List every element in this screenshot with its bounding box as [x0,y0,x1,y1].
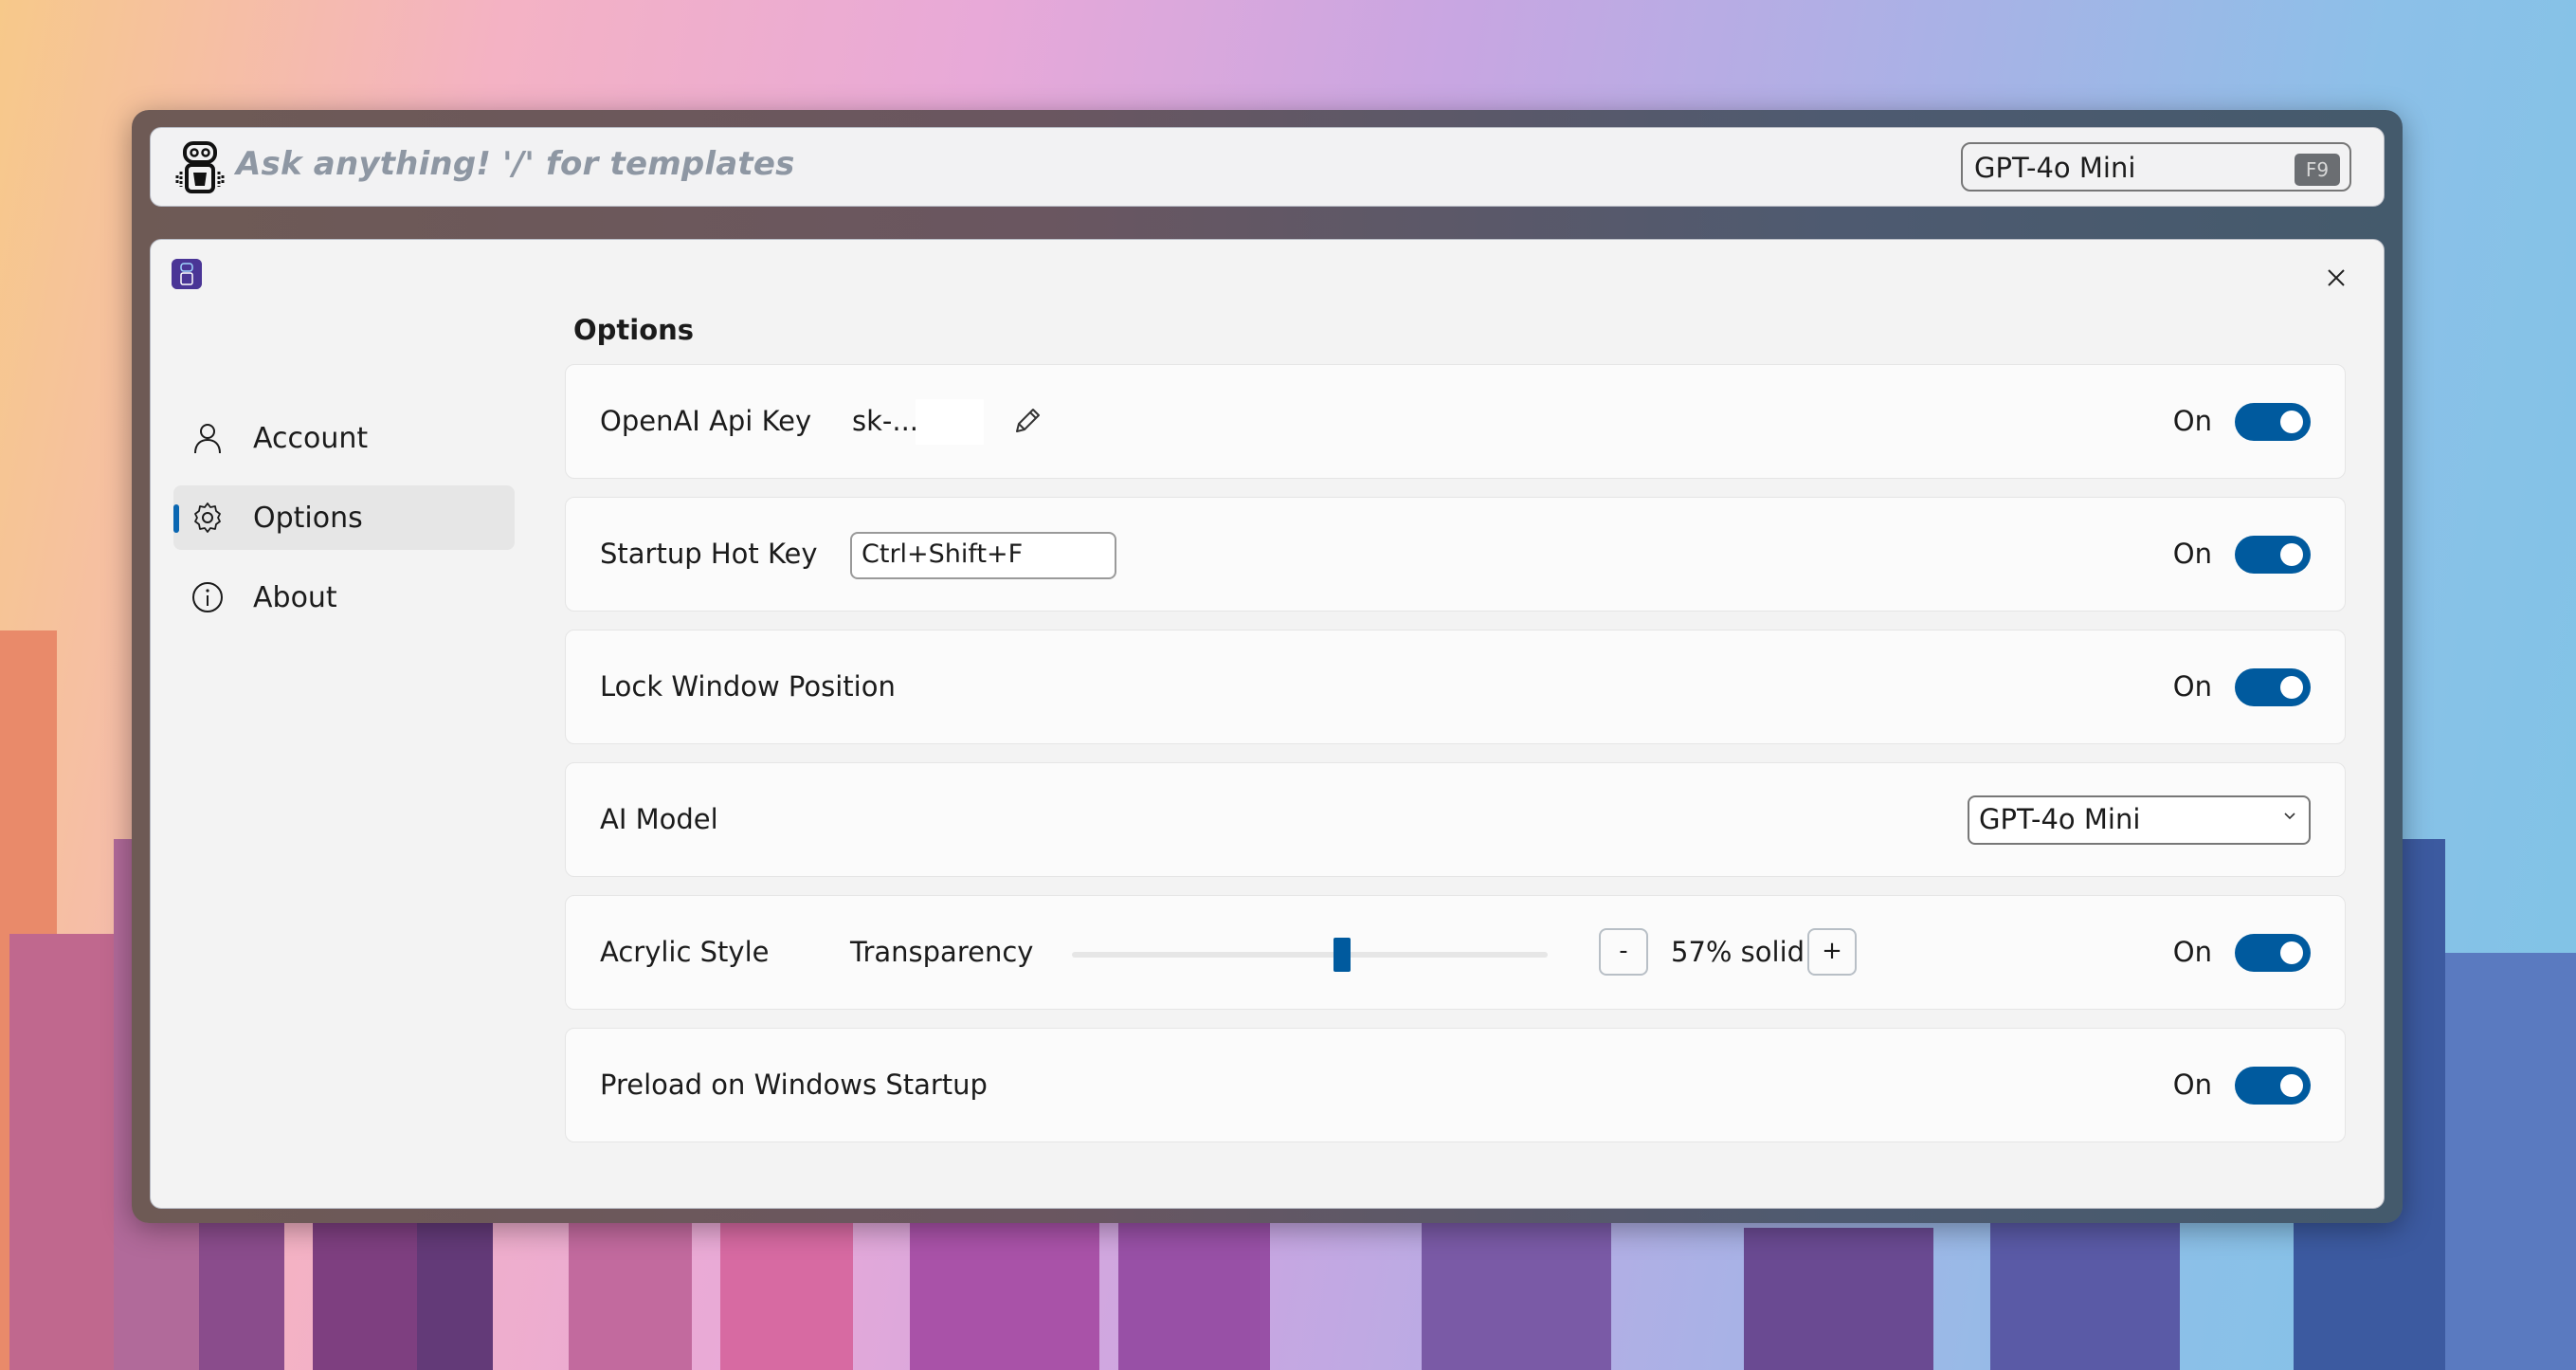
api-key-card: OpenAI Api Key sk-... On [565,364,2346,479]
slider-track [1072,952,1548,958]
acrylic-toggle[interactable] [2235,934,2311,972]
hot-key-input[interactable]: Ctrl+Shift+F [850,532,1116,579]
toggle-state-label: On [2172,405,2212,437]
lock-window-toggle[interactable] [2235,668,2311,706]
transparency-value: 57% solid [1671,936,1805,968]
info-icon [192,582,223,612]
preload-toggle[interactable] [2235,1067,2311,1105]
lock-window-card: Lock Window Position On [565,630,2346,744]
search-bar[interactable]: Ask anything! '/' for templates GPT-4o M… [150,127,2385,207]
close-icon[interactable] [2317,259,2355,297]
app-logo-icon [172,259,202,289]
pencil-icon[interactable] [1011,405,1043,437]
preload-card: Preload on Windows Startup On [565,1028,2346,1142]
transparency-slider[interactable] [1072,938,1548,972]
toggle-state-label: On [2172,670,2212,703]
ai-model-label: AI Model [600,803,718,835]
hot-key-toggle[interactable] [2235,536,2311,574]
toggle-knob [2280,676,2303,699]
search-input[interactable]: Ask anything! '/' for templates [236,145,795,183]
toggle-state-label: On [2172,1069,2212,1101]
page-title: Options [573,314,695,346]
hot-key-card: Startup Hot Key Ctrl+Shift+F On [565,497,2346,612]
preload-label: Preload on Windows Startup [600,1069,988,1101]
sidebar-item-account[interactable]: Account [173,406,515,470]
toggle-knob [2280,411,2303,433]
sidebar-item-options[interactable]: Options [173,485,515,550]
chevron-down-icon [2284,813,2295,820]
api-key-toggle[interactable] [2235,403,2311,441]
sidebar-item-label: Account [253,422,369,455]
api-key-label: OpenAI Api Key [600,405,812,437]
settings-window: Account Options About Options OpenAI Api… [150,239,2385,1209]
active-indicator [173,504,179,533]
sidebar-nav: Account Options About [173,406,515,645]
toggle-knob [2280,1074,2303,1097]
transparency-label: Transparency [850,936,1034,968]
api-key-redaction [916,399,984,445]
ai-model-card: AI Model GPT-4o Mini [565,762,2346,877]
hot-key-label: Startup Hot Key [600,538,818,570]
gear-icon [194,502,221,533]
decrease-button[interactable]: - [1599,928,1648,976]
ai-model-dropdown[interactable]: GPT-4o Mini [1968,795,2311,845]
model-label: GPT-4o Mini [1974,152,2136,184]
person-icon [194,424,221,454]
toggle-state-label: On [2172,538,2212,570]
sidebar-item-about[interactable]: About [173,565,515,630]
ai-model-selected: GPT-4o Mini [1979,803,2141,835]
acrylic-style-label: Acrylic Style [600,936,770,968]
slider-thumb[interactable] [1333,938,1351,972]
model-selector[interactable]: GPT-4o Mini F9 [1961,142,2351,192]
robot-icon [175,141,225,193]
lock-window-label: Lock Window Position [600,670,896,703]
shortcut-badge: F9 [2295,154,2340,186]
toggle-knob [2280,543,2303,566]
increase-button[interactable]: + [1807,928,1857,976]
toggle-state-label: On [2172,936,2212,968]
toggle-knob [2280,941,2303,964]
acrylic-style-card: Acrylic Style Transparency - 57% solid +… [565,895,2346,1010]
sidebar-item-label: About [253,581,337,614]
sidebar-item-label: Options [253,502,363,535]
api-key-value: sk-... [852,405,919,437]
